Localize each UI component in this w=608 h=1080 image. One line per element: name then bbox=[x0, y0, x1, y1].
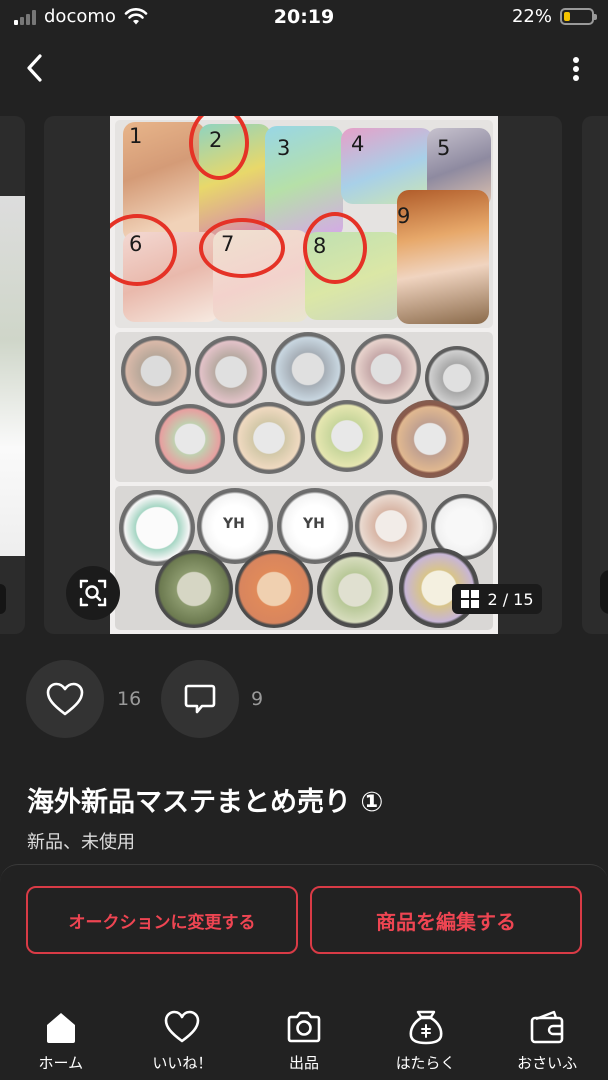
camera-icon bbox=[287, 1011, 321, 1043]
tape-row-3: YH YH bbox=[115, 486, 497, 630]
heart-icon bbox=[46, 682, 84, 716]
comment-icon bbox=[184, 684, 216, 714]
tab-home[interactable]: ホーム bbox=[0, 1000, 122, 1080]
product-photo[interactable]: 1 2 3 4 5 6 7 8 9 YH YH bbox=[110, 116, 498, 634]
image-counter[interactable]: 2 / 15 bbox=[452, 584, 542, 614]
image-counter-text: 2 / 15 bbox=[487, 589, 534, 609]
tape-number: 5 bbox=[437, 136, 451, 160]
tab-likes[interactable]: いいね！ bbox=[122, 1000, 244, 1080]
status-bar: docomo 20:19 22% bbox=[0, 0, 608, 36]
tab-label: はたらく bbox=[395, 1054, 456, 1072]
previous-counter-fragment bbox=[0, 584, 6, 614]
tape-label-text: YH bbox=[223, 516, 245, 532]
comment-button[interactable] bbox=[161, 660, 239, 738]
tape-number: 4 bbox=[351, 132, 365, 156]
zoom-button[interactable] bbox=[66, 566, 120, 620]
tab-sell[interactable]: 出品 bbox=[243, 1000, 365, 1080]
next-counter-fragment bbox=[600, 570, 608, 614]
red-circle-mark bbox=[303, 212, 367, 284]
edit-item-button[interactable]: 商品を編集する bbox=[310, 886, 582, 954]
heart-icon bbox=[165, 1010, 200, 1043]
next-image-card[interactable] bbox=[582, 116, 608, 634]
tape-number: 1 bbox=[129, 124, 143, 148]
like-count: 16 bbox=[117, 688, 142, 710]
tab-label: 出品 bbox=[288, 1054, 319, 1072]
tab-wallet[interactable]: おさいふ bbox=[486, 1000, 608, 1080]
status-right: 22% bbox=[511, 6, 597, 27]
previous-image-card[interactable] bbox=[0, 116, 25, 634]
tape-number: 3 bbox=[277, 136, 291, 160]
battery-icon bbox=[560, 8, 597, 25]
back-arrow-icon[interactable] bbox=[16, 48, 56, 88]
home-icon bbox=[46, 1013, 75, 1043]
wallet-icon bbox=[530, 1010, 564, 1044]
item-title: 海外新品マステまとめ売り ① bbox=[27, 787, 384, 818]
like-button[interactable] bbox=[26, 660, 104, 738]
tab-bar: ホーム いいね！ 出品 はたらく おさいふ bbox=[0, 1000, 608, 1080]
tab-label: ホーム bbox=[38, 1054, 84, 1072]
item-condition: 新品、未使用 bbox=[27, 832, 135, 853]
change-to-auction-button[interactable]: オークションに変更する bbox=[26, 886, 298, 954]
red-circle-mark bbox=[199, 218, 285, 278]
tab-label: いいね！ bbox=[152, 1054, 213, 1072]
tape-label-text: YH bbox=[303, 516, 325, 532]
tape-row-1: 1 2 3 4 5 6 7 8 9 bbox=[110, 116, 493, 328]
more-options-icon[interactable] bbox=[566, 52, 586, 88]
comment-count: 9 bbox=[251, 688, 264, 710]
tab-label: おさいふ bbox=[517, 1054, 578, 1072]
tab-work[interactable]: はたらく bbox=[365, 1000, 487, 1080]
zoom-scan-icon bbox=[79, 579, 107, 607]
tape-row-2 bbox=[115, 332, 493, 482]
tape-number: 9 bbox=[397, 204, 411, 228]
battery-percent: 22% bbox=[511, 6, 552, 27]
money-bag-icon bbox=[409, 1010, 443, 1045]
grid-icon bbox=[461, 590, 480, 608]
